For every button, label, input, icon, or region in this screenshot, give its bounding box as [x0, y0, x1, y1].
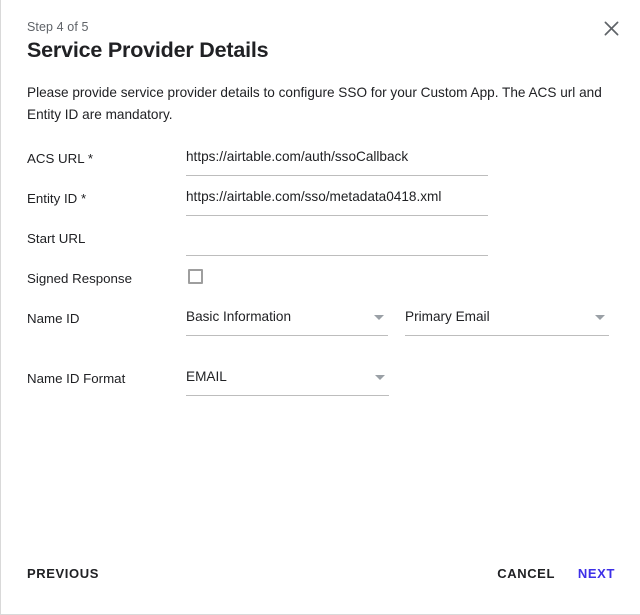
form-row-entity-id: Entity ID * https://airtable.com/sso/met… [1, 180, 640, 220]
form-row-name-id-format: Name ID Format EMAIL [1, 360, 640, 400]
form-row-acs-url: ACS URL * https://airtable.com/auth/ssoC… [1, 140, 640, 180]
step-indicator: Step 4 of 5 [27, 20, 89, 34]
previous-button[interactable]: PREVIOUS [27, 566, 99, 581]
name-id-attribute-select[interactable]: Primary Email [405, 300, 609, 336]
service-provider-details-dialog: Step 4 of 5 Service Provider Details Ple… [0, 0, 640, 615]
chevron-down-icon [595, 315, 605, 320]
name-id-attribute-value: Primary Email [405, 309, 490, 324]
chevron-down-icon [375, 375, 385, 380]
start-url-input[interactable] [186, 220, 488, 256]
form-row-name-id: Name ID Basic Information Primary Email [1, 300, 640, 340]
cancel-button[interactable]: CANCEL [497, 566, 555, 581]
name-id-format-value: EMAIL [186, 369, 227, 384]
name-id-category-select[interactable]: Basic Information [186, 300, 388, 336]
dialog-description: Please provide service provider details … [27, 85, 602, 122]
name-id-category-value: Basic Information [186, 309, 292, 324]
chevron-down-icon [374, 315, 384, 320]
acs-url-input[interactable]: https://airtable.com/auth/ssoCallback [186, 140, 488, 176]
label-acs-url: ACS URL * [27, 151, 94, 166]
next-button[interactable]: NEXT [578, 566, 615, 581]
page-title: Service Provider Details [27, 38, 269, 62]
label-entity-id: Entity ID * [27, 191, 87, 206]
name-id-format-select[interactable]: EMAIL [186, 360, 389, 396]
dialog-footer: PREVIOUS CANCEL NEXT [1, 548, 640, 614]
form-row-start-url: Start URL [1, 220, 640, 260]
entity-id-value: https://airtable.com/sso/metadata0418.xm… [186, 189, 442, 204]
label-name-id: Name ID [27, 311, 80, 326]
acs-url-value: https://airtable.com/auth/ssoCallback [186, 149, 409, 164]
signed-response-checkbox[interactable] [188, 269, 203, 284]
close-icon[interactable] [600, 17, 622, 39]
form-row-signed-response: Signed Response [1, 260, 640, 300]
label-start-url: Start URL [27, 231, 86, 246]
label-name-id-format: Name ID Format [27, 371, 126, 386]
label-signed-response: Signed Response [27, 271, 132, 286]
entity-id-input[interactable]: https://airtable.com/sso/metadata0418.xm… [186, 180, 488, 216]
